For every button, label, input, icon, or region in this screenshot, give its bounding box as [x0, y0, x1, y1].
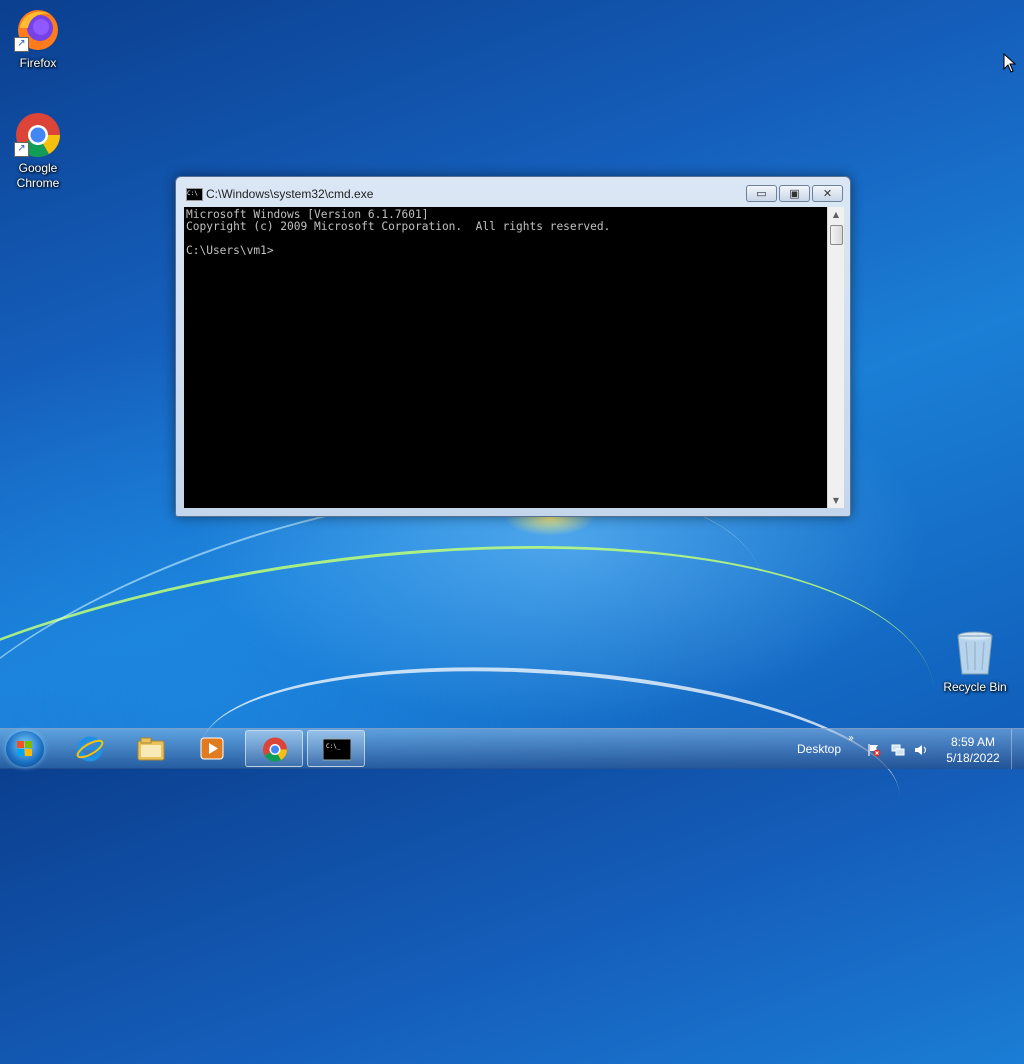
folder-icon [137, 737, 165, 761]
action-center-flag-icon[interactable] [867, 743, 881, 757]
console-output[interactable]: Microsoft Windows [Version 6.1.7601] Cop… [184, 207, 827, 259]
console-area[interactable]: Microsoft Windows [Version 6.1.7601] Cop… [184, 207, 827, 508]
toolbar-chevron-icon[interactable]: » [848, 733, 854, 744]
taskbar-item-windows-explorer[interactable] [122, 730, 180, 767]
start-button[interactable] [6, 731, 44, 767]
svg-text:C:\_: C:\_ [326, 743, 341, 750]
scrollbar-thumb[interactable] [830, 225, 843, 245]
mouse-cursor-icon [1003, 53, 1017, 73]
desktop-icon-firefox[interactable]: ↗ Firefox [0, 6, 76, 71]
shortcut-arrow-icon: ↗ [14, 142, 29, 157]
wallpaper-swoosh [193, 645, 907, 899]
cmd-icon: C:\ [186, 188, 203, 201]
desktop-icon-chrome[interactable]: ↗ Google Chrome [0, 111, 76, 191]
taskbar: C:\_ Desktop » 8:59 AM 5/18/2022 [0, 728, 1024, 769]
recycle-bin-icon [951, 630, 999, 678]
shortcut-arrow-icon: ↗ [14, 37, 29, 52]
windows-logo-icon [17, 741, 33, 757]
scroll-up-arrow-icon[interactable]: ▲ [828, 207, 844, 222]
taskbar-item-internet-explorer[interactable] [61, 730, 119, 767]
volume-icon[interactable] [914, 743, 928, 757]
clock-time: 8:59 AM [950, 735, 996, 749]
taskbar-item-chrome[interactable] [245, 730, 303, 767]
desktop-icon-label: Firefox [19, 56, 57, 70]
cmd-window[interactable]: C:\ C:\Windows\system32\cmd.exe ▭ ▣ ✕ Mi… [175, 176, 851, 517]
taskbar-item-media-player[interactable] [183, 730, 241, 767]
maximize-button[interactable]: ▣ [779, 185, 810, 202]
system-clock[interactable]: 8:59 AM 5/18/2022 [936, 734, 1010, 766]
taskbar-item-cmd[interactable]: C:\_ [307, 730, 365, 767]
internet-explorer-icon [76, 736, 104, 762]
chrome-icon: ↗ [14, 111, 62, 159]
cmd-icon: C:\_ [323, 738, 351, 761]
scroll-down-arrow-icon[interactable]: ▼ [828, 493, 844, 508]
network-icon[interactable] [891, 743, 905, 757]
chrome-icon [263, 737, 288, 762]
window-titlebar[interactable]: C:\ C:\Windows\system32\cmd.exe ▭ ▣ ✕ [176, 177, 850, 205]
wallpaper-swoosh [0, 478, 964, 1064]
vertical-scrollbar[interactable]: ▲ ▼ [827, 207, 844, 508]
desktop-icon-label: Recycle Bin [943, 680, 1007, 694]
desktop-icon-recycle-bin[interactable]: Recycle Bin [937, 630, 1013, 695]
firefox-icon: ↗ [14, 6, 62, 54]
clock-date: 5/18/2022 [946, 751, 1000, 765]
minimize-button[interactable]: ▭ [746, 185, 777, 202]
desktop-toolbar-label[interactable]: Desktop [797, 742, 841, 756]
desktop-icon-label: Google Chrome [16, 161, 60, 190]
window-title: C:\Windows\system32\cmd.exe [206, 187, 374, 201]
show-desktop-button[interactable] [1011, 729, 1024, 769]
close-button[interactable]: ✕ [812, 185, 843, 202]
media-player-icon [200, 737, 224, 760]
